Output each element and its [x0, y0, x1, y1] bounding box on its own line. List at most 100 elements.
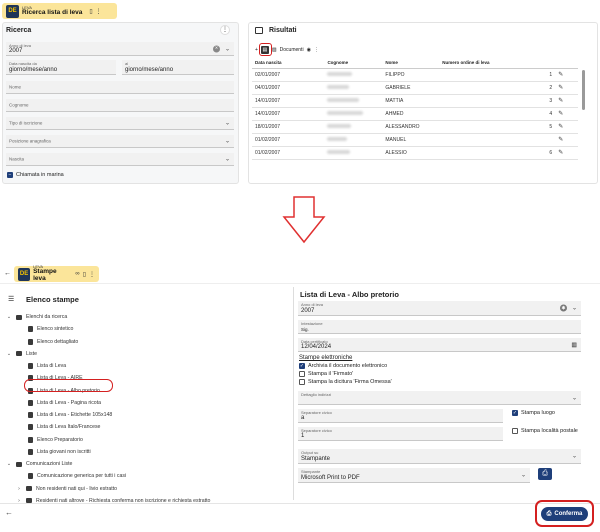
app-tab-stampe[interactable]: DE LEVA Stampe leva ∞ ▯ ⋮	[14, 264, 99, 282]
edit-icon[interactable]: ✎	[555, 133, 578, 147]
table-row[interactable]: 01/02/2007 MANUEL ✎	[252, 133, 578, 147]
tree-item[interactable]: Elenco dettagliato	[28, 338, 78, 345]
albo-pretorio-highlight	[24, 379, 113, 392]
tree-item[interactable]: Elenco Preparatorio	[28, 436, 83, 443]
documents-label[interactable]: Documenti	[280, 47, 304, 53]
col-nome[interactable]: Nome	[382, 58, 440, 69]
table-row[interactable]: 18/01/2007 ALESSANDRO 5 ✎	[252, 120, 578, 134]
table-row[interactable]: 04/01/2007 GABRIELE 2 ✎	[252, 81, 578, 95]
tree-item[interactable]: Comunicazione generica per tutti i casi	[28, 473, 126, 480]
posizione-anagrafica-select[interactable]: Posizione anagrafica ⌄	[6, 135, 234, 148]
tree-folder[interactable]: › Non residenti nati qui - livio estratto	[16, 486, 117, 492]
tree-item[interactable]: Lista di Leva	[28, 363, 66, 369]
edit-icon[interactable]: ✎	[555, 120, 578, 134]
folder-icon	[16, 351, 22, 357]
tree-item[interactable]: Elenco sintetico	[28, 326, 73, 333]
table-row[interactable]: 14/01/2007 MATTIA 3 ✎	[252, 94, 578, 108]
tipo-iscrizione-select[interactable]: Tipo di iscrizione ⌄	[6, 117, 234, 130]
link-icon[interactable]: ∞	[75, 271, 79, 278]
stampa-localita-checkbox[interactable]: Stampa località postale	[512, 428, 582, 435]
flow-arrow-icon	[282, 196, 326, 244]
col-data-nascita[interactable]: Data nascita	[252, 58, 325, 69]
nome-field[interactable]: Nome	[6, 81, 234, 94]
tree-item-label: Lista di Leva - Etichette 105x148	[37, 412, 113, 418]
col-cognome[interactable]: Cognome	[324, 58, 383, 69]
firma-omessa-checkbox[interactable]: Stampa la dicitura 'Firma Omessa'	[299, 379, 392, 385]
chiamata-marina-checkbox[interactable]: − Chiamata in marina	[7, 172, 64, 178]
nascita-select[interactable]: Nascita ⌄	[6, 153, 234, 166]
document-icon	[28, 448, 33, 455]
tree-folder[interactable]: ⌄ Comunicazioni Liste	[6, 461, 73, 467]
chevron-down-icon[interactable]: ⌄	[225, 45, 230, 52]
documents-icon[interactable]: ▧	[272, 47, 277, 53]
checkbox-icon[interactable]	[299, 379, 305, 385]
vertical-scrollbar[interactable]	[582, 70, 585, 110]
conferma-highlight	[535, 500, 594, 527]
tree-item[interactable]: Lista giovani non iscritti	[28, 448, 91, 455]
more-vert-icon[interactable]: ⋮	[89, 271, 95, 278]
tree-item-label: Elenco Preparatorio	[37, 436, 83, 443]
clear-icon[interactable]: ×	[213, 45, 220, 52]
data-nascita-da-field[interactable]: Data nascita da giorno/mese/anno	[6, 60, 116, 75]
panel-divider	[293, 287, 294, 500]
tree-item-label: Comunicazioni Liste	[26, 461, 73, 467]
checkbox-checked-icon[interactable]: ✓	[512, 410, 518, 416]
checkbox-icon[interactable]: −	[7, 172, 13, 178]
pin-icon[interactable]: ▯	[83, 271, 86, 278]
more-vert-icon[interactable]: ⋮	[220, 25, 230, 35]
stampa-luogo-checkbox[interactable]: ✓ Stampa luogo	[512, 410, 555, 416]
edit-icon[interactable]: ✎	[555, 81, 578, 95]
stampa-firmato-checkbox[interactable]: Stampa il 'Firmato'	[299, 371, 353, 377]
tree-folder[interactable]: ⌄ Liste	[6, 351, 37, 357]
table-row[interactable]: 02/01/2007 FILIPPO 1 ✎	[252, 68, 578, 82]
checkbox-icon[interactable]	[512, 428, 518, 434]
checkbox-icon[interactable]	[299, 371, 305, 377]
back-arrow-icon[interactable]: ←	[4, 270, 11, 277]
intestazione-field[interactable]: Intestazione Sig.	[298, 320, 581, 334]
chevron-down-icon[interactable]: ⌄	[572, 305, 577, 312]
data-certificato-field[interactable]: Data certificato 12/04/2024 ▦	[298, 338, 581, 352]
data-nascita-al-field[interactable]: al giorno/mese/anno	[122, 60, 234, 75]
edit-icon[interactable]: ✎	[555, 94, 578, 108]
anno-leva-field[interactable]: Anno di leva 2007 × ⌄	[6, 42, 234, 56]
col-numero-ordine[interactable]: Numero ordine di leva	[439, 58, 556, 69]
table-row[interactable]: 01/02/2007 ALESSIO 6 ✎	[252, 146, 578, 160]
edit-icon[interactable]: ✎	[555, 107, 578, 121]
chevron-down-icon: ⌄	[224, 138, 230, 145]
checkbox-checked-icon[interactable]: ✓	[299, 363, 305, 369]
chevron-down-icon: ⌄	[520, 472, 526, 479]
cognome-field[interactable]: Cognome	[6, 99, 234, 112]
output-select[interactable]: Output su Stampante ⌄	[298, 449, 581, 464]
eye-icon[interactable]: ◉	[307, 47, 311, 53]
calendar-icon[interactable]: ▦	[571, 341, 577, 348]
edit-icon[interactable]: ✎	[555, 146, 578, 160]
archivia-checkbox[interactable]: ✓ Archivia il documento elettronico	[299, 363, 387, 369]
app-tab-ricerca[interactable]: DE LEVA Ricerca lista di leva ▯ ⋮	[2, 3, 117, 19]
copie-field[interactable]: Separatore civico a	[298, 409, 503, 423]
settings-icon[interactable]: ✱	[560, 304, 567, 312]
table-row[interactable]: 14/01/2007 AHMED 4 ✎	[252, 107, 578, 121]
pin-icon[interactable]: ▯	[89, 8, 92, 15]
chevron-down-icon[interactable]: ⌄	[6, 351, 12, 357]
more-vert-icon[interactable]: ⋮	[96, 8, 102, 15]
chevron-right-icon[interactable]: ›	[16, 486, 22, 492]
document-icon	[28, 473, 33, 480]
results-title: Risultati	[269, 27, 297, 34]
add-icon[interactable]: +	[255, 47, 258, 53]
tree-item[interactable]: Lista di Leva Italo/Francese	[28, 424, 100, 431]
tree-folder[interactable]: ⌄ Elenchi da ricerca	[6, 314, 67, 320]
list-icon[interactable]: ☰	[8, 295, 14, 303]
stampante-select[interactable]: Stampante Microsoft Print to PDF ⌄	[298, 468, 530, 483]
printer-icon[interactable]: ⎙	[538, 468, 552, 480]
chevron-down-icon[interactable]: ⌄	[6, 314, 12, 320]
tree-item[interactable]: Lista di Leva - Pagina ricota	[28, 399, 101, 406]
edit-icon[interactable]: ✎	[555, 68, 578, 82]
more-vert-icon[interactable]: ⋮	[314, 47, 319, 53]
tree-item[interactable]: Lista di Leva - Etichette 105x148	[28, 412, 112, 418]
chevron-down-icon[interactable]: ⌄	[6, 461, 12, 467]
back-arrow-icon[interactable]: ←	[5, 508, 13, 517]
separatore-civico-field[interactable]: Separatore civico 1	[298, 427, 503, 441]
anno-leva-field[interactable]: Anno di leva 2007 ✱ ⌄	[298, 301, 581, 316]
dettaglio-indirizzi-select[interactable]: Dettaglio indirizzi ⌄	[298, 391, 581, 405]
sidebar-toggle-icon[interactable]	[255, 27, 263, 34]
